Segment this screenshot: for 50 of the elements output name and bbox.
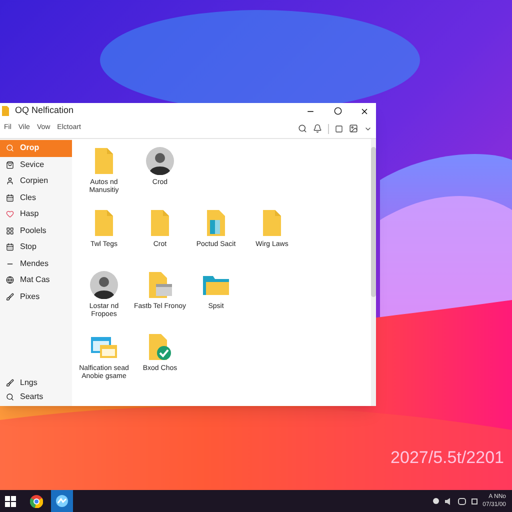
folder-icon	[149, 208, 171, 238]
open-folder-icon	[202, 274, 230, 296]
brush-icon	[6, 292, 14, 301]
sidebar-item[interactable]: Stop	[0, 239, 72, 256]
windows-start-icon[interactable]	[5, 496, 16, 506]
sidebar-item[interactable]: Lngs	[0, 376, 72, 390]
document-folder-icon	[205, 208, 227, 238]
sidebar-item[interactable]: Hasp	[0, 206, 72, 222]
sidebar-item[interactable]: Pixes	[0, 288, 72, 305]
battery-icon[interactable]	[470, 498, 479, 504]
sidebar-item[interactable]: Mat Cas	[0, 272, 72, 288]
folder-icon	[2, 106, 9, 116]
bell-icon[interactable]	[313, 124, 322, 133]
window-icon	[90, 335, 118, 359]
calendar-icon	[6, 194, 14, 202]
globe-icon	[6, 276, 14, 284]
dot-icon	[432, 498, 439, 504]
search-icon[interactable]	[298, 124, 307, 133]
image-icon[interactable]	[349, 124, 358, 133]
calendar-icon	[6, 243, 14, 252]
app-icon	[56, 495, 68, 507]
sidebar-item[interactable]: Corpien	[0, 173, 72, 190]
sidebar-item[interactable]: Mendes	[0, 256, 72, 272]
window-title: OQ Nelfication	[15, 104, 74, 118]
speaker-icon[interactable]	[444, 498, 452, 504]
sidebar-item[interactable]: Poolels	[0, 222, 72, 239]
folder-icon	[261, 208, 283, 238]
desktop-date-text: 2027/5.5t/2201	[390, 447, 504, 469]
folder-icon	[93, 146, 115, 176]
sidebar-item[interactable]: Searts	[0, 390, 72, 404]
folder-drive-icon	[147, 270, 173, 300]
brush-icon	[6, 379, 14, 387]
search-icon	[6, 393, 14, 401]
heart-icon	[6, 210, 14, 218]
avatar-icon	[90, 271, 118, 299]
maximize-icon	[334, 107, 342, 115]
app-taskbar-button[interactable]	[51, 490, 73, 512]
folder-icon	[93, 208, 115, 238]
network-icon[interactable]	[458, 498, 466, 504]
bag-icon	[6, 160, 14, 169]
folder-badge-icon	[147, 332, 173, 362]
person-icon	[6, 177, 14, 186]
browser-icon[interactable]	[30, 494, 43, 508]
search-icon	[6, 144, 14, 152]
sidebar-item[interactable]: Sevice	[0, 156, 72, 173]
avatar-icon	[146, 147, 174, 175]
close-icon	[360, 106, 368, 116]
sidebar-item[interactable]: Cles	[0, 190, 72, 206]
page-icon[interactable]	[335, 124, 343, 132]
grid-icon	[6, 226, 14, 235]
